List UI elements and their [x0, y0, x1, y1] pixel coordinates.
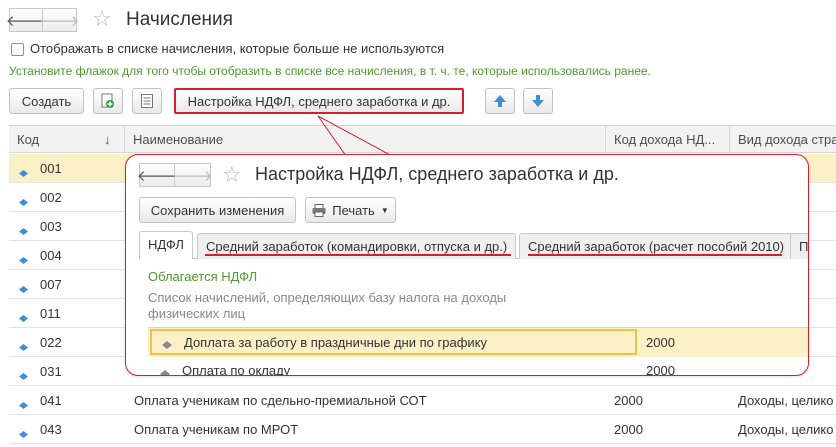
popup-row-code: 2000	[646, 363, 675, 376]
popup-back-button[interactable]: 🡐	[136, 163, 178, 187]
popup-favorite-star-icon[interactable]: ☆	[222, 164, 242, 186]
print-button[interactable]: Печать ▼	[305, 197, 396, 223]
save-changes-button[interactable]: Сохранить изменения	[139, 197, 296, 223]
tab-ndfl[interactable]: НДФЛ	[139, 231, 193, 259]
tab-underline-highlight	[205, 254, 511, 256]
arrow-right-icon: 🡒	[172, 167, 213, 185]
popup-table-row[interactable]: Оплата по окладу 2000	[148, 357, 808, 376]
tab-more[interactable]: П	[790, 233, 808, 259]
save-changes-label: Сохранить изменения	[150, 202, 285, 218]
print-label: Печать	[332, 202, 375, 218]
section-description-line1: Список начислений, определяющих базу нал…	[148, 290, 507, 305]
tab-underline-highlight	[528, 254, 782, 256]
popup-forward-button[interactable]: 🡒	[172, 163, 213, 187]
popup-nav-buttons: 🡐 🡒	[136, 163, 213, 187]
popup-title: Настройка НДФЛ, среднего заработка и др.	[255, 164, 619, 184]
popup-table-row[interactable]: Доплата за работу в праздничные дни по г…	[148, 327, 808, 357]
section-description-line2: физических лиц	[148, 306, 246, 321]
popup-row-code: 2000	[646, 335, 675, 350]
printer-icon	[312, 203, 326, 217]
row-marker-icon	[160, 366, 170, 375]
dropdown-arrow-icon: ▼	[380, 205, 389, 215]
popup-row-name-cell[interactable]: Доплата за работу в праздничные дни по г…	[150, 329, 637, 355]
arrow-left-icon: 🡐	[136, 167, 178, 185]
ndfl-settings-window: 🡐 🡒 ☆ Настройка НДФЛ, среднего заработка…	[125, 154, 809, 376]
row-marker-icon	[162, 337, 172, 349]
section-title: Облагается НДФЛ	[148, 269, 258, 284]
popup-row-name: Оплата по окладу	[182, 363, 291, 376]
popup-row-name: Доплата за работу в праздничные дни по г…	[184, 335, 487, 350]
